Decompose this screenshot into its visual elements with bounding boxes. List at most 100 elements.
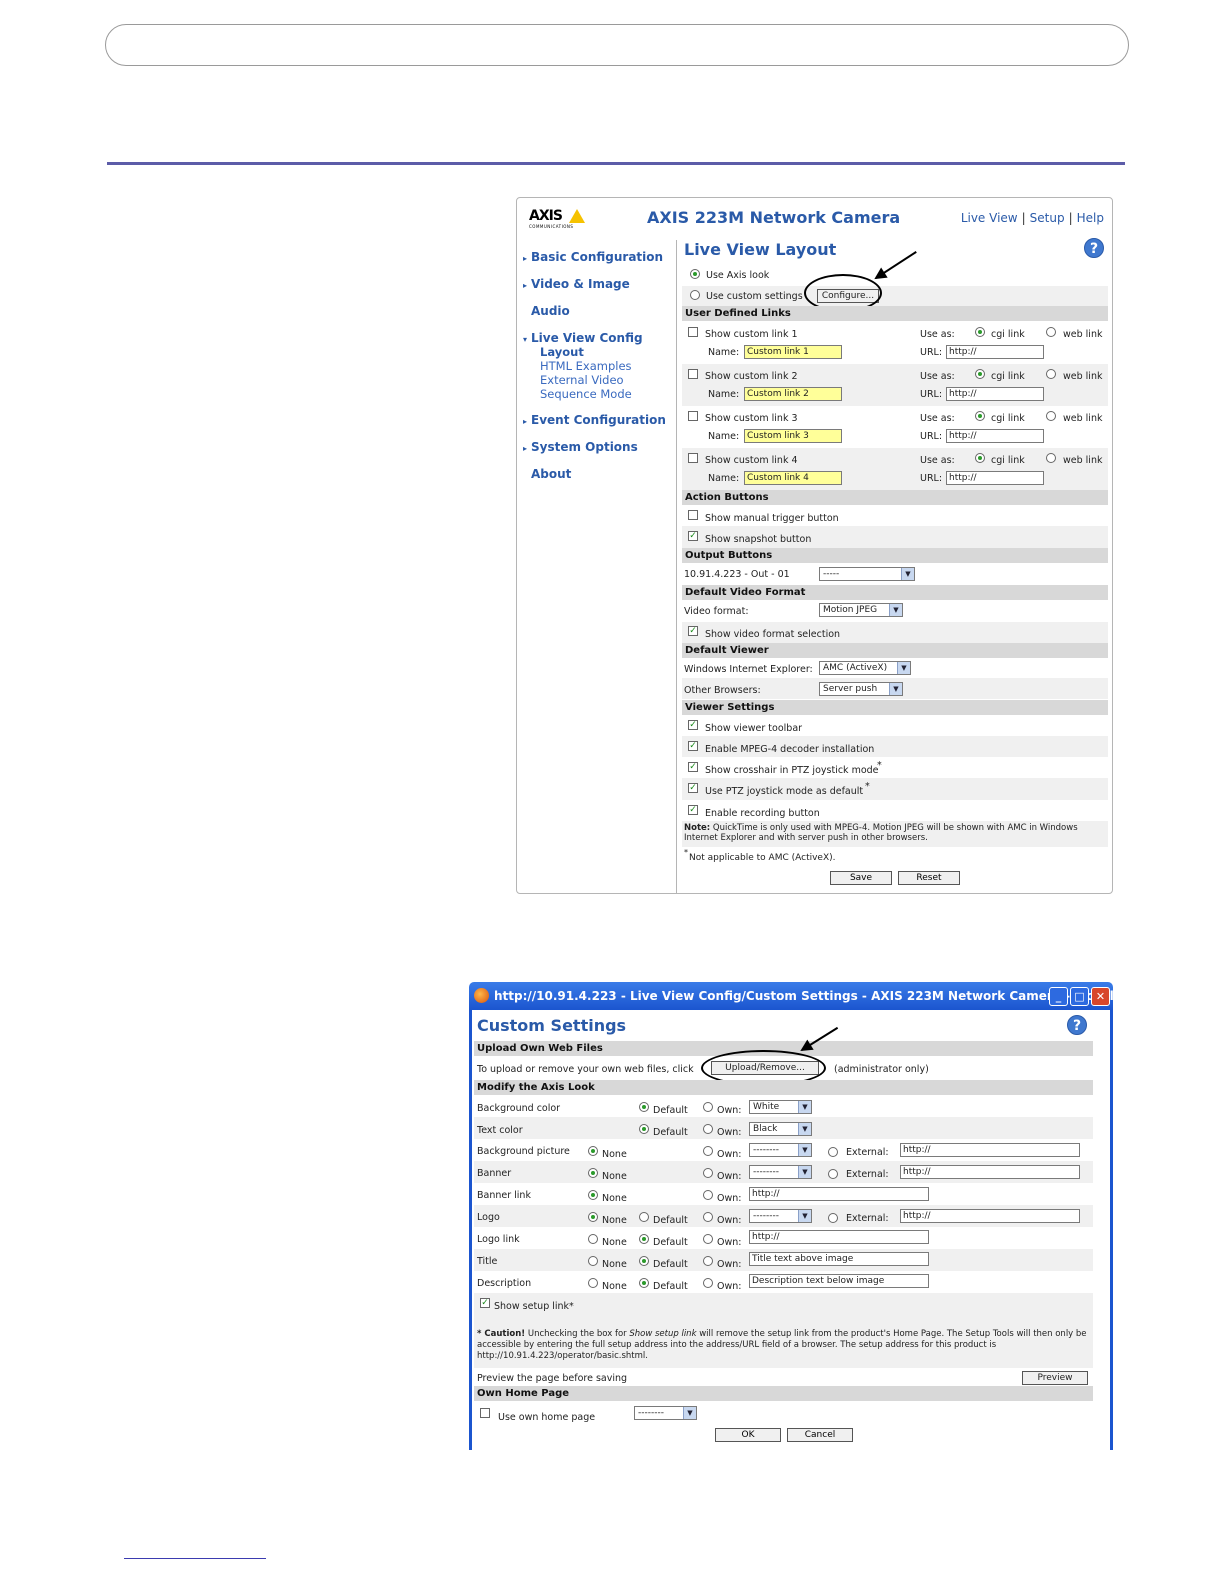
external-radio[interactable] bbox=[828, 1169, 838, 1179]
reset-button[interactable]: Reset bbox=[898, 871, 960, 885]
web-link-radio[interactable] bbox=[1046, 327, 1056, 337]
default-radio[interactable] bbox=[639, 1212, 649, 1222]
own-select[interactable]: Black ▼ bbox=[749, 1122, 812, 1136]
own-select[interactable]: -------- ▼ bbox=[749, 1143, 812, 1157]
show-custom-link-checkbox[interactable] bbox=[688, 369, 698, 379]
custom-link-url-input[interactable]: http:// bbox=[946, 429, 1044, 443]
sidebar-sub-layout[interactable]: Layout bbox=[540, 345, 584, 359]
sidebar-sub-html-examples[interactable]: HTML Examples bbox=[540, 359, 632, 373]
recording-button-checkbox[interactable]: ✓ bbox=[688, 805, 698, 815]
show-video-format-checkbox[interactable]: ✓ bbox=[688, 626, 698, 636]
default-radio[interactable] bbox=[639, 1234, 649, 1244]
own-select[interactable]: -------- ▼ bbox=[749, 1165, 812, 1179]
none-radio[interactable] bbox=[588, 1146, 598, 1156]
own-radio[interactable] bbox=[703, 1278, 713, 1288]
custom-link-url-input[interactable]: http:// bbox=[946, 345, 1044, 359]
viewer-toolbar-checkbox[interactable]: ✓ bbox=[688, 720, 698, 730]
viewer-setting-row: ✓ Use PTZ joystick mode as default * bbox=[682, 778, 1108, 800]
sidebar-item-video-image[interactable]: ▸ Video & Image bbox=[523, 277, 630, 291]
default-radio[interactable] bbox=[639, 1256, 649, 1266]
web-link-radio[interactable] bbox=[1046, 369, 1056, 379]
sidebar-item-basic-configuration[interactable]: ▸ Basic Configuration bbox=[523, 250, 663, 264]
own-radio[interactable] bbox=[703, 1212, 713, 1222]
cgi-link-radio[interactable] bbox=[975, 369, 985, 379]
preview-button[interactable]: Preview bbox=[1022, 1371, 1088, 1385]
custom-link-block: Show custom link 3 Use as: cgi link web … bbox=[682, 406, 1108, 448]
show-custom-link-checkbox[interactable] bbox=[688, 411, 698, 421]
custom-link-name-input[interactable]: Custom link 3 bbox=[744, 429, 842, 443]
own-radio[interactable] bbox=[703, 1102, 713, 1112]
own-url-input[interactable]: http:// bbox=[749, 1230, 929, 1244]
none-radio[interactable] bbox=[588, 1190, 598, 1200]
show-custom-link-checkbox[interactable] bbox=[688, 327, 698, 337]
custom-link-name-input[interactable]: Custom link 2 bbox=[744, 387, 842, 401]
sidebar-item-live-view-config[interactable]: ▾ Live View Config bbox=[523, 331, 643, 345]
own-radio[interactable] bbox=[703, 1234, 713, 1244]
crosshair-checkbox[interactable]: ✓ bbox=[688, 762, 698, 772]
own-radio[interactable] bbox=[703, 1256, 713, 1266]
mpeg4-decoder-checkbox[interactable]: ✓ bbox=[688, 741, 698, 751]
none-radio[interactable] bbox=[588, 1168, 598, 1178]
web-link-radio[interactable] bbox=[1046, 453, 1056, 463]
none-radio[interactable] bbox=[588, 1234, 598, 1244]
default-radio[interactable] bbox=[639, 1124, 649, 1134]
use-axis-look-radio[interactable] bbox=[690, 269, 700, 279]
own-select[interactable]: -------- ▼ bbox=[749, 1209, 812, 1223]
setup-link[interactable]: Setup bbox=[1030, 211, 1065, 225]
live-view-link[interactable]: Live View bbox=[961, 211, 1018, 225]
cgi-link-radio[interactable] bbox=[975, 411, 985, 421]
own-description-input[interactable]: Description text below image bbox=[749, 1274, 929, 1288]
maximize-icon[interactable]: □ bbox=[1070, 987, 1089, 1006]
minimize-icon[interactable]: _ bbox=[1049, 987, 1068, 1006]
sidebar-item-audio[interactable]: Audio bbox=[531, 304, 570, 318]
sidebar-item-system-options[interactable]: ▸ System Options bbox=[523, 440, 638, 454]
own-radio[interactable] bbox=[703, 1124, 713, 1134]
close-icon[interactable]: ✕ bbox=[1091, 987, 1110, 1006]
use-custom-settings-radio[interactable] bbox=[690, 290, 700, 300]
help-link[interactable]: Help bbox=[1077, 211, 1104, 225]
use-own-home-checkbox[interactable] bbox=[480, 1408, 490, 1418]
help-icon[interactable]: ? bbox=[1084, 238, 1104, 258]
cgi-link-radio[interactable] bbox=[975, 327, 985, 337]
default-radio[interactable] bbox=[639, 1278, 649, 1288]
external-url-input[interactable]: http:// bbox=[900, 1209, 1080, 1223]
custom-link-name-input[interactable]: Custom link 4 bbox=[744, 471, 842, 485]
manual-trigger-checkbox[interactable] bbox=[688, 510, 698, 520]
web-link-radio[interactable] bbox=[1046, 411, 1056, 421]
cancel-button[interactable]: Cancel bbox=[787, 1428, 853, 1442]
sidebar-sub-sequence-mode[interactable]: Sequence Mode bbox=[540, 387, 632, 401]
output-select[interactable]: ----- ▼ bbox=[819, 567, 915, 581]
own-title-input[interactable]: Title text above image bbox=[749, 1252, 929, 1266]
video-format-select[interactable]: Motion JPEG ▼ bbox=[819, 603, 903, 617]
own-select[interactable]: White ▼ bbox=[749, 1100, 812, 1114]
none-radio[interactable] bbox=[588, 1278, 598, 1288]
default-radio[interactable] bbox=[639, 1102, 649, 1112]
custom-link-name-input[interactable]: Custom link 1 bbox=[744, 345, 842, 359]
none-radio[interactable] bbox=[588, 1256, 598, 1266]
sidebar-sub-external-video[interactable]: External Video bbox=[540, 373, 624, 387]
external-url-input[interactable]: http:// bbox=[900, 1143, 1080, 1157]
own-radio[interactable] bbox=[703, 1168, 713, 1178]
cgi-link-radio[interactable] bbox=[975, 453, 985, 463]
external-radio[interactable] bbox=[828, 1147, 838, 1157]
own-radio[interactable] bbox=[703, 1190, 713, 1200]
none-radio[interactable] bbox=[588, 1212, 598, 1222]
external-url-input[interactable]: http:// bbox=[900, 1165, 1080, 1179]
sidebar-item-about[interactable]: About bbox=[531, 467, 571, 481]
own-url-input[interactable]: http:// bbox=[749, 1187, 929, 1201]
own-radio[interactable] bbox=[703, 1146, 713, 1156]
own-home-select[interactable]: -------- ▼ bbox=[634, 1406, 697, 1420]
save-button[interactable]: Save bbox=[830, 871, 892, 885]
external-radio[interactable] bbox=[828, 1213, 838, 1223]
custom-link-url-input[interactable]: http:// bbox=[946, 471, 1044, 485]
snapshot-checkbox[interactable]: ✓ bbox=[688, 531, 698, 541]
help-icon[interactable]: ? bbox=[1067, 1015, 1087, 1035]
sidebar-item-event-configuration[interactable]: ▸ Event Configuration bbox=[523, 413, 666, 427]
ok-button[interactable]: OK bbox=[715, 1428, 781, 1442]
show-custom-link-checkbox[interactable] bbox=[688, 453, 698, 463]
custom-link-url-input[interactable]: http:// bbox=[946, 387, 1044, 401]
other-browsers-select[interactable]: Server push ▼ bbox=[819, 682, 903, 696]
ptz-joystick-checkbox[interactable]: ✓ bbox=[688, 783, 698, 793]
show-setup-link-checkbox[interactable]: ✓ bbox=[480, 1298, 490, 1308]
wie-viewer-select[interactable]: AMC (ActiveX) ▼ bbox=[819, 661, 911, 675]
